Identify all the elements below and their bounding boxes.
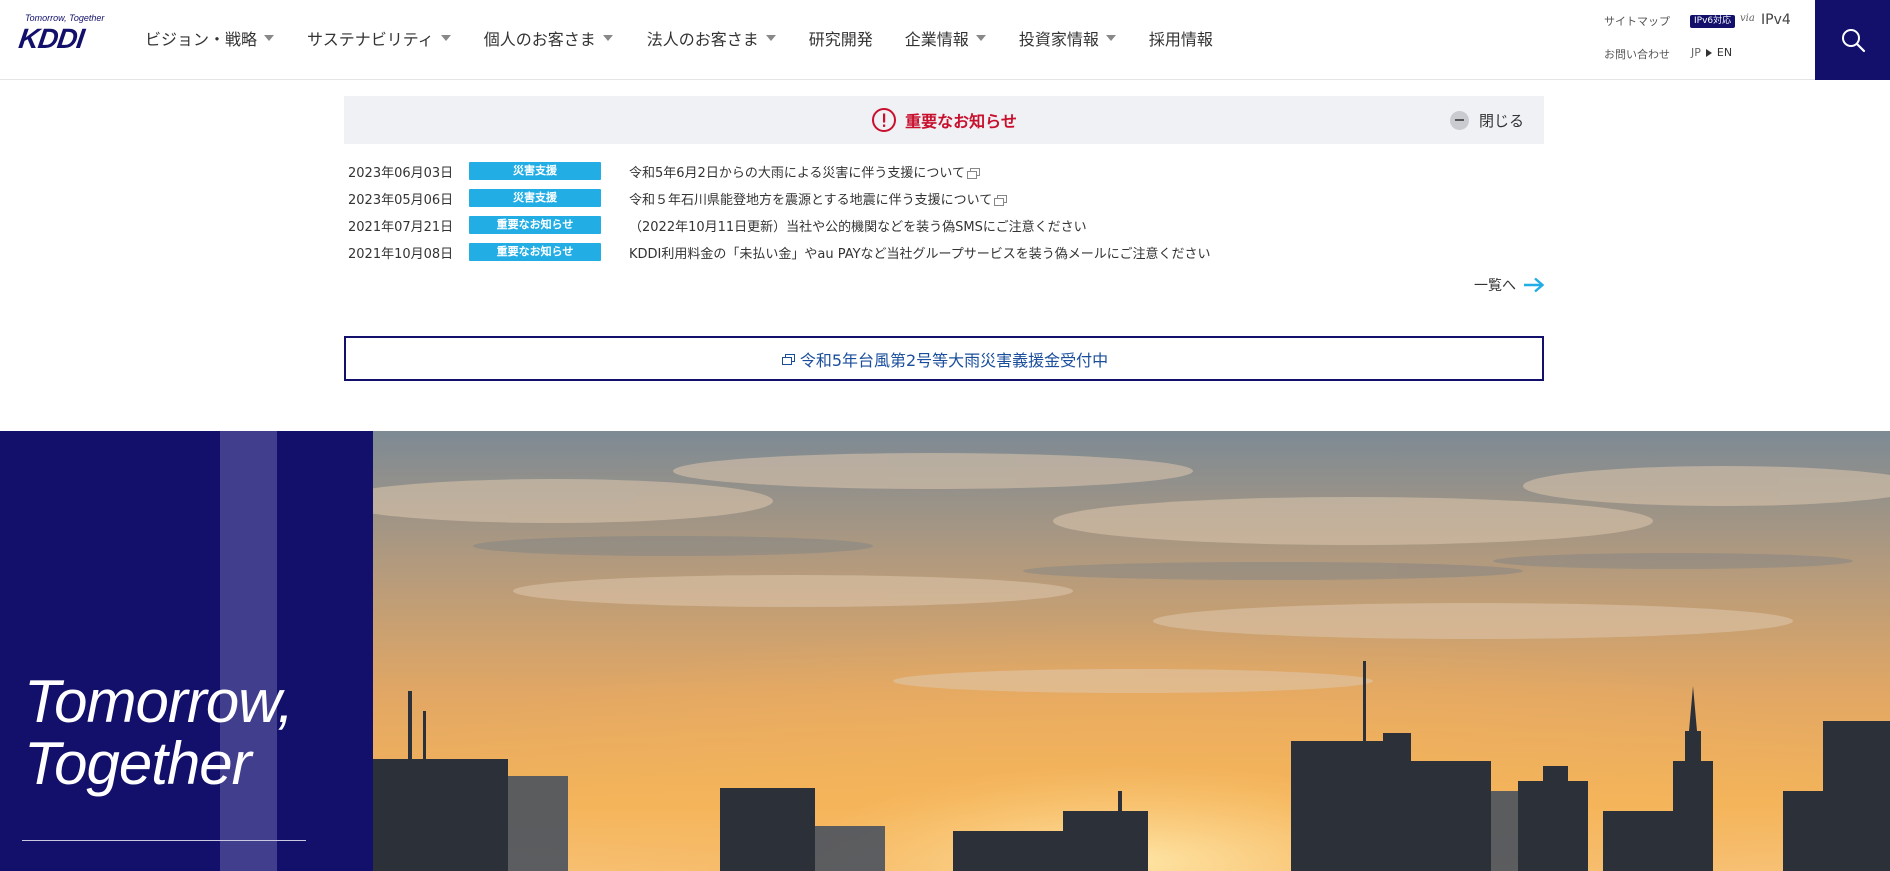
search-button[interactable]: [1815, 0, 1890, 80]
hero-tagline: Tomorrow, Together: [24, 668, 294, 797]
ipv4-text: IPv4: [1761, 12, 1791, 28]
notice-heading: 重要なお知らせ: [344, 96, 1544, 144]
minus-circle-icon: [1449, 110, 1469, 130]
nav-item-sustainability[interactable]: サステナビリティ: [307, 26, 451, 50]
logo-tagline: Tomorrow, Together: [25, 13, 105, 23]
nav-label: 個人のお客さま: [483, 29, 596, 49]
notice-close-button[interactable]: 閉じる: [1449, 96, 1524, 144]
lang-jp[interactable]: JP: [1691, 46, 1701, 59]
notice-date: 2023年05月06日: [348, 193, 454, 208]
nav-label: 企業情報: [904, 29, 969, 49]
hero-line-1: Tomorrow,: [24, 668, 294, 735]
notice-link-text: 令和５年石川県能登地方を震源とする地震に伴う支援について: [629, 193, 993, 208]
arrow-right-icon: [1524, 277, 1545, 293]
important-notice-bar: 重要なお知らせ 閉じる: [344, 96, 1544, 144]
notice-close-label: 閉じる: [1478, 111, 1524, 130]
hero-section: Tomorrow, Together: [0, 431, 1890, 871]
external-link-icon: [994, 195, 1008, 206]
nav-label: 研究開発: [808, 29, 873, 49]
notice-category-badge: 災害支援: [469, 162, 601, 180]
nav-label: 投資家情報: [1018, 29, 1099, 49]
ipv6-badge: IPv6対応: [1690, 15, 1736, 28]
caret-down-icon: [440, 35, 451, 41]
external-link-icon: [781, 353, 795, 365]
nav-item-vision[interactable]: ビジョン・戦略: [145, 26, 275, 50]
caret-down-icon: [602, 35, 613, 41]
site-header: Tomorrow, Together KDDI ビジョン・戦略 サステナビリティ…: [0, 0, 1890, 80]
hero-line-2: Together: [24, 730, 252, 797]
nav-item-investors[interactable]: 投資家情報: [1019, 26, 1116, 50]
caret-down-icon: [765, 35, 776, 41]
notice-link[interactable]: KDDI利用料金の「未払い金」やau PAYなど当社グループサービスを装う偽メー…: [629, 243, 1211, 262]
more-label: 一覧へ: [1474, 278, 1516, 294]
nav-item-personal[interactable]: 個人のお客さま: [484, 26, 613, 50]
nav-item-research[interactable]: 研究開発: [809, 26, 873, 50]
caret-down-icon: [1105, 35, 1116, 41]
city-skyline-image: [373, 431, 1890, 871]
logo-wordmark: KDDI: [16, 23, 86, 54]
notice-more-link[interactable]: 一覧へ: [1474, 275, 1545, 295]
global-nav: ビジョン・戦略 サステナビリティ 個人のお客さま 法人のお客さま 研究開発 企業…: [145, 0, 1213, 75]
notice-category-badge: 重要なお知らせ: [469, 216, 601, 234]
notice-date: 2021年10月08日: [348, 247, 454, 262]
nav-label: ビジョン・戦略: [145, 29, 258, 49]
notice-title: 重要なお知らせ: [905, 112, 1017, 131]
external-link-icon: [967, 168, 981, 179]
contact-link[interactable]: お問い合わせ: [1604, 46, 1670, 62]
notice-date: 2023年06月03日: [348, 166, 454, 181]
nav-item-corporate[interactable]: 企業情報: [905, 26, 986, 50]
sitemap-link[interactable]: サイトマップ: [1604, 13, 1670, 29]
caret-down-icon: [975, 35, 986, 41]
language-switch: JP EN: [1691, 46, 1732, 59]
nav-label: 法人のお客さま: [646, 29, 759, 49]
notice-link[interactable]: （2022年10月11日更新）当社や公的機関などを装う偽SMSにご注意ください: [629, 216, 1087, 235]
hero-divider: [22, 840, 306, 841]
nav-item-business[interactable]: 法人のお客さま: [647, 26, 776, 50]
notice-link-text: 令和5年6月2日からの大雨による災害に伴う支援について: [629, 166, 966, 181]
donation-label: 令和5年台風第2号等大雨災害義援金受付中: [799, 350, 1109, 370]
nav-item-careers[interactable]: 採用情報: [1149, 26, 1213, 50]
nav-label: サステナビリティ: [307, 29, 434, 49]
notice-category-badge: 重要なお知らせ: [469, 243, 601, 261]
lang-en[interactable]: EN: [1717, 46, 1732, 59]
nav-label: 採用情報: [1148, 29, 1213, 49]
caret-down-icon: [264, 35, 275, 41]
hero-stripe: [220, 431, 277, 871]
notice-date: 2021年07月21日: [348, 220, 454, 235]
hero-brand-panel: Tomorrow, Together: [0, 431, 373, 871]
alert-icon: [872, 108, 897, 132]
kddi-logo[interactable]: Tomorrow, Together KDDI: [16, 13, 105, 55]
notice-category-badge: 災害支援: [469, 189, 601, 207]
search-icon: [1841, 29, 1865, 53]
triangle-right-icon: [1705, 48, 1712, 57]
donation-banner-link[interactable]: 令和5年台風第2号等大雨災害義援金受付中: [344, 336, 1544, 381]
notice-link[interactable]: 令和５年石川県能登地方を震源とする地震に伴う支援について: [629, 189, 1008, 208]
via-text: via: [1740, 13, 1755, 24]
notice-link[interactable]: 令和5年6月2日からの大雨による災害に伴う支援について: [629, 162, 981, 181]
